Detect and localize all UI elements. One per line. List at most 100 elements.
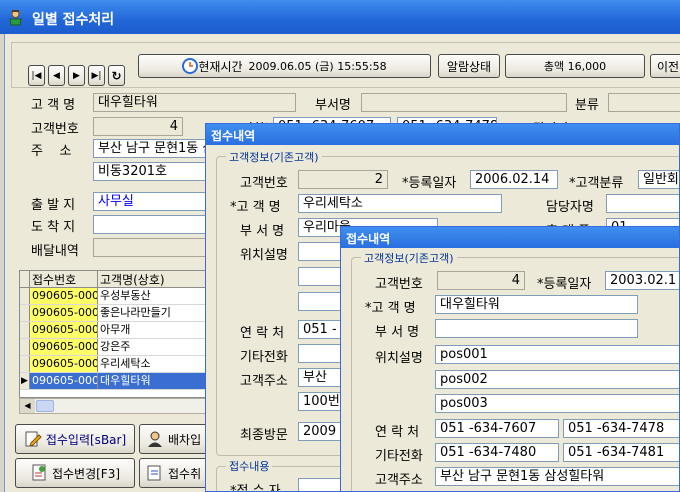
customer-name-field[interactable]: 대우힐타워 [93,93,296,112]
app-person-icon [9,10,22,26]
current-time-label: 현재시간 [198,59,243,74]
d1-reg-date-field[interactable]: 2006.02.14 [470,170,558,189]
d2-customer-name-field[interactable]: 대우힐타워 [435,295,638,314]
row-no: 090605-0006 [30,373,98,389]
dispatch-label: 배차입 [168,432,202,447]
d2-contact-field-1[interactable]: 051 -634-7607 [435,419,559,438]
d1-contact-label: 연 락 처 [240,326,285,341]
row-name: 좋은나라만들기 [100,306,171,319]
d1-last-visit-label: 최종방문 [240,428,288,443]
intake-input-button[interactable]: 접수입력[sBar] [15,424,135,454]
row-no: 090605-0003 [30,322,98,338]
table-row[interactable]: 090605-0001우성부동산 [20,288,208,305]
first-record-button[interactable]: |◀ [28,65,45,86]
d1-reg-date-label: *등록일자 [402,176,457,191]
table-row[interactable]: 090605-0002좋은나라만들기 [20,305,208,322]
d2-other-phone-field-2[interactable]: 051 -634-7481 [563,443,679,462]
destination-field[interactable] [93,215,213,234]
delivery-label: 배달내역 [31,244,79,259]
intake-change-button[interactable]: 접수변경[F3] [15,458,135,488]
d1-customer-no-field[interactable]: 2 [298,170,388,189]
grid-header-no[interactable]: 접수번호 [30,271,98,287]
grid-horizontal-scrollbar[interactable]: ◀ [19,398,209,414]
d2-contact-field-2[interactable]: 051 -634-7478 [563,419,679,438]
origin-field[interactable]: 사무실 [93,192,213,211]
refresh-button[interactable]: ↻ [108,65,125,86]
d1-customer-no-label: 고객번호 [240,176,288,191]
address-detail-field[interactable]: 비동3201호 [93,162,213,181]
d2-department-field[interactable] [435,319,638,338]
dispatch-button[interactable]: 배차입 [139,424,209,454]
d1-category-label: *고객분류 [569,176,624,191]
last-record-button[interactable]: ▶| [88,65,105,86]
clock-icon [182,58,199,74]
d2-location-field-2[interactable]: pos002 [435,370,679,389]
customer-no-label: 고객번호 [31,122,79,137]
table-row[interactable]: 090605-0005우리세탁소 [20,356,208,373]
d2-location-label: 위치설명 [375,351,423,366]
row-name: 대우힐타워 [98,373,208,389]
d1-customer-name-field[interactable]: 우리세탁소 [298,194,502,213]
d2-other-phone-label: 기타전화 [375,449,423,464]
previous-button[interactable]: 이전 [650,54,680,78]
d2-customer-no-field[interactable]: 4 [437,271,525,290]
row-name: 우성부동산 [100,289,151,302]
grid-header-name[interactable]: 고객명(상호) [98,271,208,287]
department-field[interactable] [361,93,567,112]
scroll-thumb[interactable] [36,400,54,412]
d2-contact-label: 연 락 처 [375,425,420,440]
row-name: 우리세탁소 [100,357,151,370]
d1-location-label: 위치설명 [240,248,288,263]
dialog1-intake-group-label: 접수내용 [226,458,273,474]
destination-label: 도 착 지 [31,220,76,235]
last-icon: ▶| [91,70,102,81]
table-row[interactable]: 090605-0003아무개 [20,322,208,339]
d1-manager-label: 담당자명 [546,200,594,215]
d1-intake-person-label: *접 수 자 [230,484,281,492]
d1-customer-name-label: *고 객 명 [230,200,281,215]
table-row[interactable]: 090605-0004강은주 [20,339,208,356]
row-name: 강은주 [100,340,131,353]
d1-manager-field[interactable] [606,194,679,213]
scroll-left-icon[interactable]: ◀ [20,399,35,413]
window-title: 일별 접수처리 [32,12,115,28]
row-indicator-icon: ▶ [20,373,30,389]
d1-category-field[interactable]: 일반회 [638,170,679,189]
grid-header: 접수번호 고객명(상호) [20,271,208,288]
delivery-field[interactable] [93,238,213,257]
total-amount-button[interactable]: 총액 16,000 [505,54,645,78]
intake-change-label: 접수변경[F3] [51,466,121,481]
prev-record-button[interactable]: ◀ [48,65,65,86]
refresh-icon: ↻ [111,68,122,83]
intake-dialog-front: 접수내역 고객정보(기존고객) 고객번호 4 *등록일자 2003.02.1 *… [340,226,680,492]
row-no: 090605-0002 [30,305,98,321]
d2-location-field-1[interactable]: pos001 [435,345,679,364]
prev-icon: ◀ [53,70,60,81]
d2-location-field-3[interactable]: pos003 [435,394,679,413]
edit-pencil-icon [25,431,42,447]
table-row-selected[interactable]: ▶090605-0006대우힐타워 [20,373,208,390]
category-label: 분류 [575,98,599,113]
category-field[interactable] [608,93,680,112]
dialog1-title[interactable]: 접수내역 [206,124,679,145]
next-record-button[interactable]: ▶ [68,65,85,86]
cancel-document-icon [147,465,161,481]
d2-other-phone-field-1[interactable]: 051 -634-7480 [435,443,559,462]
current-time-button[interactable]: 현재시간 2009.06.05 (금) 15:55:58 [138,54,431,78]
alarm-status-button[interactable]: 알람상태 [438,54,500,78]
d2-customer-no-label: 고객번호 [375,277,423,292]
dialog1-customer-group-label: 고객정보(기존고객) [226,149,322,165]
d2-department-label: 부 서 명 [375,325,420,340]
dialog2-title[interactable]: 접수내역 [341,227,679,248]
d2-address-field[interactable]: 부산 남구 문현1동 삼성힐타워 [435,467,679,486]
d1-department-label: 부 서 명 [240,224,285,239]
customer-name-label: 고 객 명 [31,98,76,113]
origin-label: 출 발 지 [31,198,76,213]
change-document-icon [32,464,46,481]
d1-other-phone-label: 기타전화 [240,350,288,365]
first-icon: |◀ [31,70,42,81]
current-time-value: 2009.06.05 (금) 15:55:58 [248,60,387,73]
d2-reg-date-field[interactable]: 2003.02.1 [605,271,679,290]
intake-cancel-button[interactable]: 접수취 [139,458,209,488]
customer-no-field[interactable]: 4 [93,117,183,136]
